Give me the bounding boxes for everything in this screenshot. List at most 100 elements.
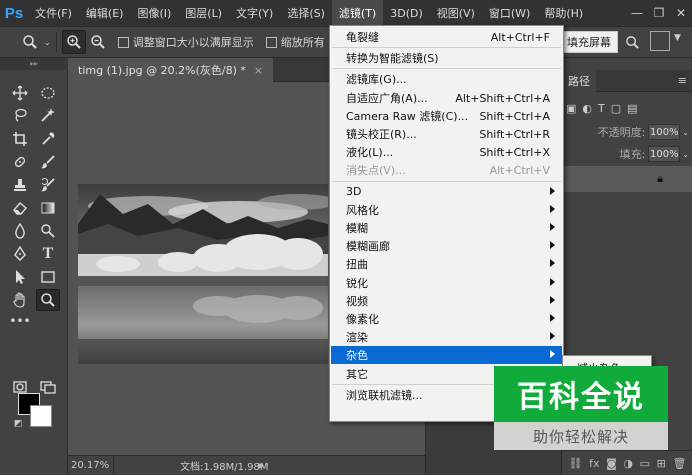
shape-filter-icon[interactable]: ▢ [611, 102, 621, 115]
layer-style-icon[interactable]: fx [589, 457, 599, 470]
window-controls: — ❐ ✕ [626, 0, 692, 26]
filter-menu-item[interactable]: 杂色 [331, 346, 562, 365]
hand-tool-icon[interactable] [8, 289, 32, 311]
healing-brush-tool-icon[interactable] [8, 151, 32, 173]
type-tool-icon[interactable]: T [36, 243, 60, 265]
adjustment-layer-icon[interactable]: ◑ [623, 457, 633, 470]
menu-select[interactable]: 选择(S) [280, 0, 332, 26]
chevron-down-icon[interactable]: ▼ [674, 33, 681, 43]
eraser-tool-icon[interactable] [8, 197, 32, 219]
menu-filter[interactable]: 滤镜(T) [331, 0, 384, 26]
chevron-down-icon[interactable]: ⌄ [682, 128, 689, 137]
filter-menu-item[interactable]: 像素化 [331, 310, 562, 328]
minimize-button[interactable]: — [626, 0, 648, 26]
zoom-all-windows-checkbox[interactable]: 缩放所有 [265, 34, 325, 50]
clone-stamp-tool-icon[interactable] [8, 174, 32, 196]
quick-mask-icon[interactable] [8, 376, 32, 398]
chevron-down-icon[interactable]: ⌄ [44, 38, 51, 47]
new-group-icon[interactable]: ▭ [640, 457, 650, 470]
rectangle-tool-icon[interactable] [36, 266, 60, 288]
filter-menu-item[interactable]: 渲染 [331, 328, 562, 346]
crop-tool-icon[interactable] [8, 128, 32, 150]
brush-tool-icon[interactable] [36, 151, 60, 173]
menu-view[interactable]: 视图(V) [430, 0, 482, 26]
filter-menu-item[interactable]: Camera Raw 滤镜(C)... Shift+Ctrl+A [331, 107, 562, 125]
pen-tool-icon[interactable] [8, 243, 32, 265]
menu-help[interactable]: 帮助(H) [537, 0, 590, 26]
filter-menu-item[interactable]: 液化(L)... Shift+Ctrl+X [331, 143, 562, 161]
tab-paths[interactable]: 路径 [562, 70, 596, 92]
gradient-tool-icon[interactable] [36, 197, 60, 219]
panel-menu-icon[interactable]: ≡ [678, 74, 687, 87]
document-tab[interactable]: timg (1).jpg @ 20.2%(灰色/8) * × [68, 58, 274, 82]
screen-mode-icon[interactable] [36, 376, 60, 398]
move-tool-icon[interactable] [8, 82, 32, 104]
adjustment-filter-icon[interactable]: ◐ [582, 102, 592, 115]
filter-menu-item[interactable]: 自适应广角(A)... Alt+Shift+Ctrl+A [331, 89, 562, 107]
fill-screen-button[interactable]: 填充屏幕 [560, 31, 618, 53]
default-colors-icon[interactable]: ◩ [14, 419, 23, 429]
close-icon[interactable]: × [254, 64, 263, 77]
menu-item-label: Camera Raw 滤镜(C)... [346, 109, 469, 123]
checkbox-box[interactable] [117, 36, 129, 48]
type-filter-icon[interactable]: T [598, 102, 605, 115]
menu-item-label: 浏览联机滤镜... [346, 388, 423, 402]
layer-row[interactable]: 🔒︎ [562, 166, 692, 192]
image-filter-icon[interactable]: ▣ [566, 102, 576, 115]
menu-bar: Ps 文件(F) 编辑(E) 图像(I) 图层(L) 文字(Y) 选择(S) 滤… [0, 0, 692, 26]
trash-icon[interactable]: 🗑︎ [672, 457, 686, 470]
more-tools-icon[interactable]: ••• [8, 310, 32, 332]
toolbar-grip[interactable]: ▸▸ [0, 58, 68, 70]
filter-menu-item[interactable]: 滤镜库(G)... [331, 70, 562, 88]
workspace-icon[interactable] [650, 31, 670, 51]
filter-menu-item[interactable]: 风格化 [331, 201, 562, 219]
path-selection-tool-icon[interactable] [8, 266, 32, 288]
dodge-tool-icon[interactable] [36, 220, 60, 242]
smart-filter-icon[interactable]: ▤ [627, 102, 637, 115]
menu-image[interactable]: 图像(I) [130, 0, 178, 26]
history-brush-tool-icon[interactable] [36, 174, 60, 196]
blur-tool-icon[interactable] [8, 220, 32, 242]
zoom-tool-icon[interactable] [36, 289, 60, 311]
new-layer-icon[interactable]: ⊞ [657, 457, 666, 470]
marquee-tool-icon[interactable] [36, 82, 60, 104]
fill-field[interactable]: 100% [648, 146, 681, 162]
opacity-field[interactable]: 100% [648, 124, 681, 140]
lasso-tool-icon[interactable] [8, 104, 32, 126]
zoom-all-label: 缩放所有 [280, 36, 325, 49]
menu-window[interactable]: 窗口(W) [482, 0, 537, 26]
filter-menu-item[interactable]: 锐化 [331, 274, 562, 292]
link-layers-icon[interactable]: ⛓ [569, 457, 583, 470]
menu-file[interactable]: 文件(F) [28, 0, 79, 26]
zoom-level-field[interactable]: 20.17% [68, 455, 114, 475]
close-button[interactable]: ✕ [670, 0, 692, 26]
menu-item-label: 龟裂缝 [346, 31, 379, 44]
filter-menu-item[interactable]: 镜头校正(R)... Shift+Ctrl+R [331, 125, 562, 143]
restore-button[interactable]: ❐ [648, 0, 670, 26]
filter-menu-item[interactable]: 模糊画廊 [331, 237, 562, 255]
filter-menu-item[interactable]: 扭曲 [331, 255, 562, 273]
filter-menu-item[interactable]: 3D [331, 183, 562, 201]
zoom-preset-icon[interactable] [18, 30, 42, 54]
filter-menu-item[interactable]: 龟裂缝 Alt+Ctrl+F [331, 28, 562, 46]
search-icon[interactable] [619, 30, 645, 54]
menu-type[interactable]: 文字(Y) [229, 0, 280, 26]
magic-wand-tool-icon[interactable] [36, 104, 60, 126]
add-mask-icon[interactable]: ◙ [606, 457, 617, 470]
chevron-down-icon[interactable]: ⌄ [682, 150, 689, 159]
chevron-right-icon[interactable]: ▶ [258, 461, 264, 470]
resize-windows-checkbox[interactable]: 调整窗口大小以满屏显示 [117, 34, 254, 50]
filter-menu-item[interactable]: 消失点(V)... Alt+Ctrl+V [331, 161, 562, 179]
menu-edit[interactable]: 编辑(E) [79, 0, 131, 26]
filter-menu-item[interactable]: 转换为智能滤镜(S) [331, 49, 562, 67]
checkbox-box[interactable] [265, 36, 277, 48]
filter-menu-item[interactable]: 视频 [331, 292, 562, 310]
eyedropper-tool-icon[interactable] [36, 128, 60, 150]
filter-menu-item[interactable]: 模糊 [331, 219, 562, 237]
menu-layer[interactable]: 图层(L) [178, 0, 229, 26]
background-color-swatch[interactable] [30, 405, 52, 427]
menu-item-shortcut: Alt+Ctrl+F [490, 31, 550, 44]
zoom-out-icon[interactable] [86, 30, 110, 54]
zoom-in-icon[interactable] [61, 30, 86, 54]
menu-3d[interactable]: 3D(D) [383, 0, 430, 26]
